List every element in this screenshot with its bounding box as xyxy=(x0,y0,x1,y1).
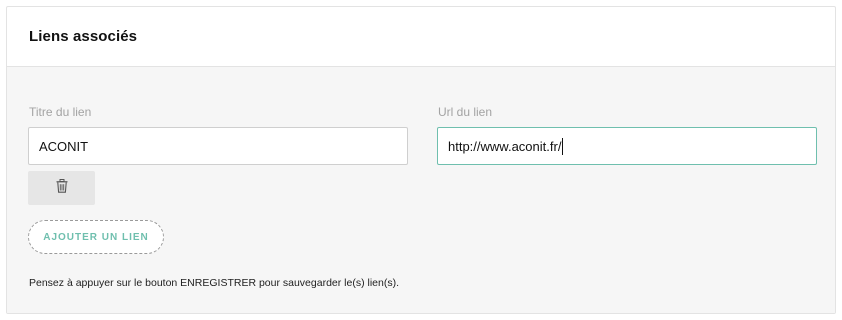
panel-title: Liens associés xyxy=(29,28,138,45)
panel-body: Titre du lien ACONIT Url du lien http://… xyxy=(7,67,835,313)
link-url-label: Url du lien xyxy=(438,105,493,119)
associated-links-panel: Liens associés Titre du lien ACONIT Url … xyxy=(6,6,836,314)
link-url-value: http://www.aconit.fr/ xyxy=(448,138,562,154)
link-title-value: ACONIT xyxy=(39,138,89,154)
link-title-input[interactable]: ACONIT xyxy=(28,127,408,165)
save-reminder-note: Pensez à appuyer sur le bouton ENREGISTR… xyxy=(29,277,400,289)
link-title-label: Titre du lien xyxy=(29,105,92,119)
trash-icon xyxy=(56,178,68,198)
panel-header: Liens associés xyxy=(7,7,835,67)
delete-link-button[interactable] xyxy=(28,171,95,205)
link-url-input[interactable]: http://www.aconit.fr/ xyxy=(437,127,817,165)
text-caret xyxy=(562,137,564,155)
add-link-button[interactable]: AJOUTER UN LIEN xyxy=(28,220,164,254)
